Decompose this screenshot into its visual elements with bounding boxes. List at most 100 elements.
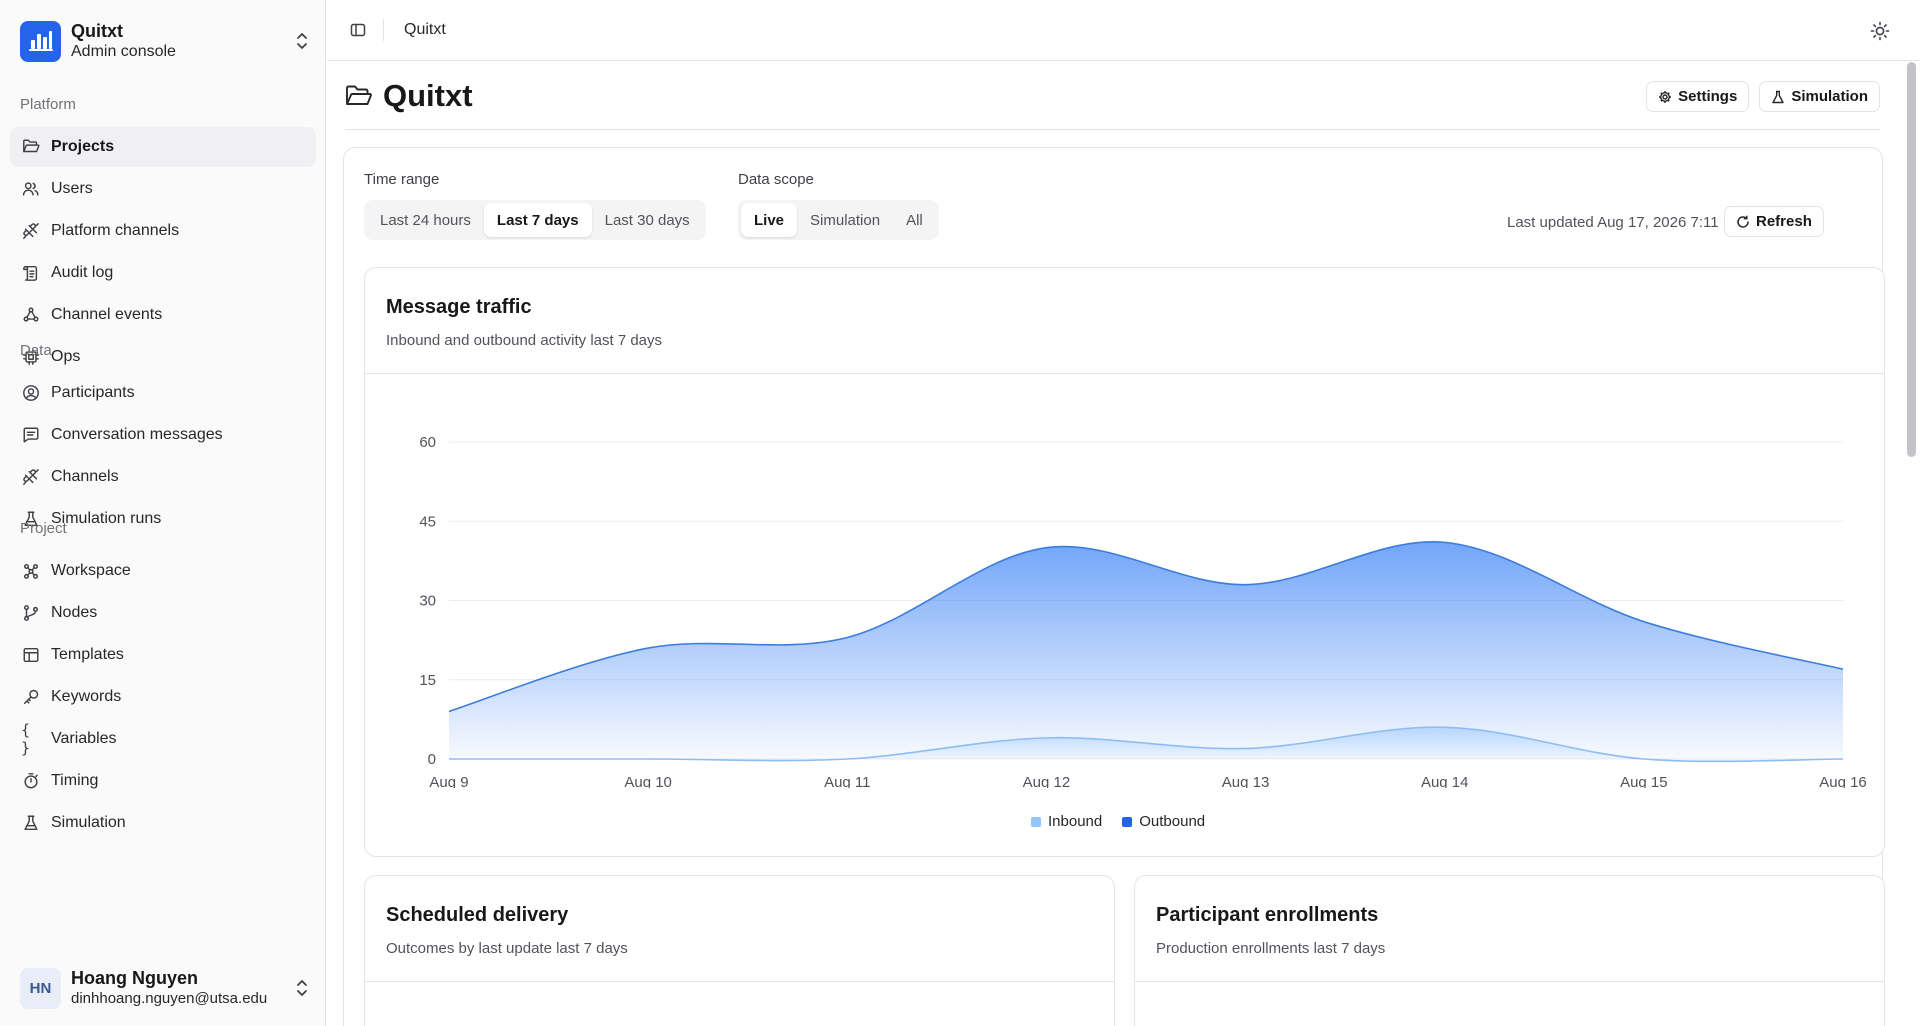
legend-label: Outbound <box>1139 813 1206 830</box>
sidebar-toggle-icon[interactable] <box>348 20 368 40</box>
layout-table-icon <box>21 645 41 665</box>
legend-swatch <box>1122 816 1133 827</box>
x-tick-label: Aug 10 <box>624 774 672 788</box>
plug-icon <box>21 221 41 241</box>
divider <box>1135 981 1884 982</box>
org-name: Quitxt <box>71 21 123 41</box>
sidebar-item-label: Timing <box>51 772 99 789</box>
y-tick-label: 0 <box>428 751 436 768</box>
card-subtitle: Outcomes by last update last 7 days <box>386 940 628 957</box>
sidebar-item-label: Users <box>51 180 93 197</box>
segment-option-last-7-days[interactable]: Last 7 days <box>483 203 592 237</box>
braces-icon: { } <box>21 721 32 757</box>
time-range-toggle: Last 24 hours Last 7 days Last 30 days <box>364 200 706 240</box>
git-branch-icon <box>21 603 41 623</box>
bar-chart-icon <box>28 31 53 51</box>
sidebar-item-variables[interactable]: { } Variables <box>10 719 316 759</box>
chevrons-up-down-icon <box>294 30 310 52</box>
sidebar-item-label: Templates <box>51 646 124 663</box>
message-traffic-card: Message traffic Inbound and outbound act… <box>364 267 1885 857</box>
divider <box>345 129 1880 130</box>
sidebar-item-label: Variables <box>51 730 117 747</box>
timer-icon <box>21 771 41 791</box>
page-title: Quitxt <box>383 78 473 113</box>
page-actions: Settings Simulation <box>1646 81 1880 112</box>
segment-option-live[interactable]: Live <box>741 203 798 237</box>
simulation-button-label: Simulation <box>1791 88 1868 105</box>
refresh-icon <box>1736 214 1750 229</box>
org-logo <box>20 20 61 62</box>
nav-group-label: Data <box>20 342 52 359</box>
simulation-button[interactable]: Simulation <box>1759 81 1880 112</box>
sidebar-item-nodes[interactable]: Nodes <box>10 593 316 633</box>
sidebar-item-label: Channels <box>51 468 119 485</box>
sidebar-item-platform-channels[interactable]: Platform channels <box>10 211 316 251</box>
sidebar-item-participants[interactable]: Participants <box>10 373 316 413</box>
x-tick-label: Aug 12 <box>1023 774 1071 788</box>
segment-option-simulation[interactable]: Simulation <box>797 203 893 237</box>
sidebar-item-label: Projects <box>51 138 115 155</box>
avatar: HN <box>20 967 61 1009</box>
scrollbar-thumb[interactable] <box>1907 62 1916 457</box>
refresh-button[interactable]: Refresh <box>1724 206 1824 237</box>
segment-option-all[interactable]: All <box>893 203 936 237</box>
folder-open-icon <box>345 84 373 108</box>
sidebar-item-channel-events[interactable]: Channel events <box>10 295 316 335</box>
refresh-button-label: Refresh <box>1756 213 1812 230</box>
inbound-area <box>449 541 1843 759</box>
sidebar-item-users[interactable]: Users <box>10 169 316 209</box>
page-header: Quitxt <box>345 77 473 115</box>
sidebar-item-keywords[interactable]: Keywords <box>10 677 316 717</box>
user-menu[interactable]: HN Hoang Nguyen dinhhoang.nguyen@utsa.ed… <box>20 965 310 1011</box>
scheduled-delivery-card: Scheduled delivery Outcomes by last upda… <box>364 875 1115 1026</box>
message-square-icon <box>21 425 41 445</box>
settings-button[interactable]: Settings <box>1646 81 1750 112</box>
legend-item-outbound: Outbound <box>1122 813 1205 830</box>
sidebar-item-conversation-messages[interactable]: Conversation messages <box>10 415 316 455</box>
breadcrumb: Quitxt <box>404 21 446 38</box>
x-tick-label: Aug 15 <box>1620 774 1668 788</box>
message-traffic-chart: 0 15 30 45 60 Aug 9 Aug 10 Aug 11 Aug 12 Aug 13 Au… <box>419 434 1866 788</box>
flask-icon <box>1771 90 1785 104</box>
sidebar-item-audit-log[interactable]: Audit log <box>10 253 316 293</box>
sidebar-item-label: Simulation <box>51 814 126 831</box>
card-title: Scheduled delivery <box>386 904 569 926</box>
sidebar-item-label: Conversation messages <box>51 426 223 443</box>
users-icon <box>21 179 41 199</box>
folder-open-icon <box>21 137 41 157</box>
sidebar-item-timing[interactable]: Timing <box>10 761 316 801</box>
sidebar: Quitxt Admin console Platform Projects Use… <box>0 0 326 1026</box>
sidebar-item-projects[interactable]: Projects <box>10 127 316 167</box>
sidebar-item-channels[interactable]: Channels <box>10 457 316 497</box>
dashboard-panel: Time range Last 24 hours Last 7 days Last … <box>343 147 1885 1026</box>
main-content: Quitxt Settings Simulation Time range La… <box>327 61 1902 1026</box>
sidebar-item-templates[interactable]: Templates <box>10 635 316 675</box>
sidebar-item-workspace[interactable]: Workspace <box>10 551 316 591</box>
user-circle-icon <box>21 383 41 403</box>
card-subtitle: Production enrollments last 7 days <box>1156 940 1386 957</box>
segment-option-last-30-days[interactable]: Last 30 days <box>592 203 703 237</box>
network-icon <box>21 561 41 581</box>
settings-button-label: Settings <box>1678 88 1738 105</box>
scroll-icon <box>21 263 41 283</box>
y-tick-label: 45 <box>419 513 436 530</box>
sidebar-item-simulation[interactable]: Simulation <box>10 803 316 843</box>
x-tick-label: Aug 13 <box>1222 774 1270 788</box>
last-updated-text: Last updated Aug 17, 2026 7:11 PM <box>1507 214 1746 231</box>
sun-icon[interactable] <box>1868 19 1892 43</box>
sidebar-item-label: Audit log <box>51 264 114 281</box>
sidebar-item-label: Channel events <box>51 306 163 323</box>
user-name: Hoang Nguyen <box>71 968 199 988</box>
plug-icon <box>21 467 41 487</box>
topbar: Quitxt <box>327 0 1920 61</box>
y-tick-label: 15 <box>419 672 436 689</box>
card-title: Participant enrollments <box>1156 904 1379 926</box>
org-switcher[interactable]: Quitxt Admin console <box>20 18 310 64</box>
y-tick-label: 60 <box>419 434 436 451</box>
org-subtitle: Admin console <box>71 43 176 60</box>
nav-group: Project Workspace Nodes Templates Keywords { … <box>10 518 316 845</box>
sidebar-item-label: Workspace <box>51 562 131 579</box>
sidebar-item-label: Platform channels <box>51 222 180 239</box>
user-email: dinhhoang.nguyen@utsa.edu <box>71 990 268 1007</box>
segment-option-last-24-hours[interactable]: Last 24 hours <box>367 203 484 237</box>
